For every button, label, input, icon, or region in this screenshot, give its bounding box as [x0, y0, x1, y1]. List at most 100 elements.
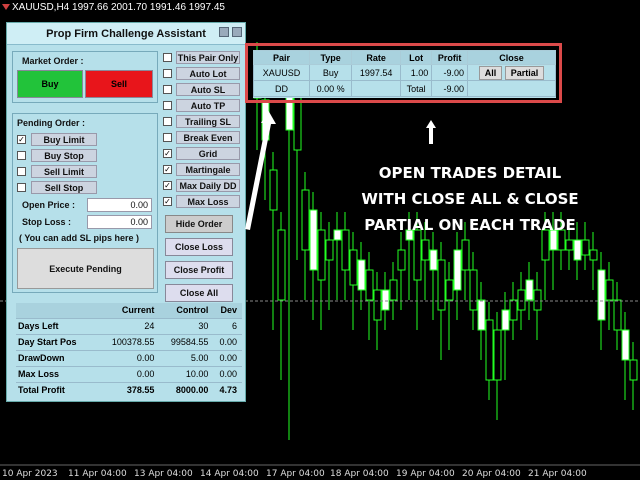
candle-body: [469, 269, 478, 311]
close-trade-partial-button[interactable]: Partial: [504, 65, 545, 80]
stats-cell: 100378.55: [99, 333, 160, 350]
option-checkbox[interactable]: [163, 69, 172, 78]
time-axis-label: 14 Apr 04:00: [200, 469, 259, 479]
pending-checkbox[interactable]: [17, 183, 26, 192]
stats-cell: 0.00: [99, 349, 160, 366]
stats-cell: 8000.00: [159, 381, 214, 398]
panel-header: Prop Firm Challenge Assistant: [7, 23, 245, 45]
option-checkbox[interactable]: [163, 117, 172, 126]
option-checkbox[interactable]: [163, 85, 172, 94]
candle-body: [397, 249, 406, 271]
trades-header-cell: Close: [467, 50, 556, 65]
open-trades-panel: Pair Type Rate Lot Profit Close XAUUSD Buy 19…: [252, 50, 556, 98]
stats-cell: 5.00: [159, 349, 214, 366]
stats-header-cell: [16, 303, 100, 318]
candle-body: [493, 329, 502, 381]
candle-body: [605, 279, 614, 301]
candle-body: [565, 239, 574, 251]
trades-header-cell: Lot: [400, 50, 433, 65]
stats-row-label: Days Left: [16, 317, 100, 334]
candle-body: [357, 259, 366, 291]
candle-body: [453, 249, 462, 291]
option-checkbox[interactable]: [163, 133, 172, 142]
arrow-diagonal-icon: [245, 110, 276, 230]
pending-item-label[interactable]: Sell Stop: [31, 181, 97, 194]
hide-order-button[interactable]: Hide Order: [165, 215, 233, 233]
stats-cell: 0.00: [213, 365, 242, 382]
callout-line-1: OPEN TRADES DETAIL: [378, 164, 562, 182]
execute-pending-button[interactable]: Execute Pending: [17, 248, 154, 289]
pending-checkbox[interactable]: [17, 151, 26, 160]
option-checkbox[interactable]: ✓: [163, 149, 172, 158]
callout-line-3: PARTIAL ON EACH TRADE: [364, 216, 576, 234]
sell-button[interactable]: Sell: [85, 70, 153, 98]
option-label[interactable]: Martingale: [176, 163, 240, 176]
callout-text: OPEN TRADES DETAIL WITH CLOSE ALL & CLOS…: [300, 160, 640, 238]
candle-body: [421, 239, 430, 261]
candle-body: [381, 289, 390, 311]
option-label[interactable]: Max Daily DD: [176, 179, 240, 192]
close-trade-all-button[interactable]: All: [478, 65, 503, 80]
option-label[interactable]: This Pair Only: [176, 51, 240, 64]
stats-header-cell: Current: [99, 303, 160, 318]
option-label[interactable]: Auto Lot: [176, 67, 240, 80]
close-icon[interactable]: [232, 27, 242, 37]
time-axis-label: 17 Apr 04:00: [266, 469, 325, 479]
candle-body: [461, 239, 470, 271]
pending-item-label[interactable]: Sell Limit: [31, 165, 97, 178]
stats-cell: 0.00: [99, 365, 160, 382]
time-axis-label: 10 Apr 2023: [2, 469, 58, 479]
candle-body: [365, 269, 374, 301]
dd-value: 0.00 %: [309, 80, 353, 97]
candle-body: [581, 239, 590, 256]
stats-header-row: Current Control Dev: [16, 303, 242, 318]
trades-header-cell: Profit: [431, 50, 468, 65]
stats-cell: 99584.55: [159, 333, 214, 350]
option-label[interactable]: Trailing SL: [176, 115, 240, 128]
option-label[interactable]: Auto SL: [176, 83, 240, 96]
sell-arrow-icon: [2, 4, 10, 11]
option-label[interactable]: Max Loss: [176, 195, 240, 208]
candle-body: [501, 309, 510, 331]
option-checkbox[interactable]: ✓: [163, 165, 172, 174]
pending-checkbox[interactable]: ✓: [17, 135, 26, 144]
close-loss-button[interactable]: Close Loss: [165, 238, 233, 256]
candle-body: [349, 249, 358, 286]
dd-close-empty: [467, 80, 556, 97]
candle-body: [509, 299, 518, 321]
candle-body: [429, 249, 438, 271]
option-checkbox[interactable]: [163, 53, 172, 62]
time-axis-label: 11 Apr 04:00: [68, 469, 127, 479]
stop-loss-input[interactable]: 0.00: [87, 215, 152, 229]
option-checkbox[interactable]: ✓: [163, 197, 172, 206]
buy-button[interactable]: Buy: [17, 70, 83, 98]
close-profit-button[interactable]: Close Profit: [165, 261, 233, 279]
pending-item-label[interactable]: Buy Limit: [31, 133, 97, 146]
option-label[interactable]: Grid: [176, 147, 240, 160]
open-price-input[interactable]: 0.00: [87, 198, 152, 212]
pending-item-label[interactable]: Buy Stop: [31, 149, 97, 162]
stats-cell: 6: [213, 317, 242, 334]
candle-body: [477, 299, 486, 331]
candle-body: [621, 329, 630, 361]
minimize-icon[interactable]: [219, 27, 229, 37]
stats-cell: 30: [159, 317, 214, 334]
stats-table: Current Control Dev Days Left 24 30 6 Day Star…: [16, 303, 242, 398]
pending-checkbox[interactable]: [17, 167, 26, 176]
stats-header-cell: Control: [159, 303, 214, 318]
stats-body: Days Left 24 30 6 Day Start Pos 100378.55 9958…: [16, 317, 242, 398]
option-label[interactable]: Break Even: [176, 131, 240, 144]
option-checkbox[interactable]: ✓: [163, 181, 172, 190]
candle-body: [389, 279, 398, 301]
option-checkbox[interactable]: [163, 101, 172, 110]
candle-body: [613, 299, 622, 331]
stop-loss-label: Stop Loss :: [22, 217, 71, 227]
candle-body: [533, 289, 542, 311]
option-label[interactable]: Auto TP: [176, 99, 240, 112]
pending-order-label: Pending Order :: [17, 118, 86, 128]
close-all-button[interactable]: Close All: [165, 284, 233, 302]
stats-row: Max Loss 0.00 10.00 0.00: [16, 365, 242, 382]
open-trades-highlight: Pair Type Rate Lot Profit Close XAUUSD Buy 19…: [245, 43, 562, 103]
sl-note: ( You can add SL pips here ): [19, 233, 140, 243]
dd-row: DD 0.00 % Total -9.00: [252, 80, 556, 97]
